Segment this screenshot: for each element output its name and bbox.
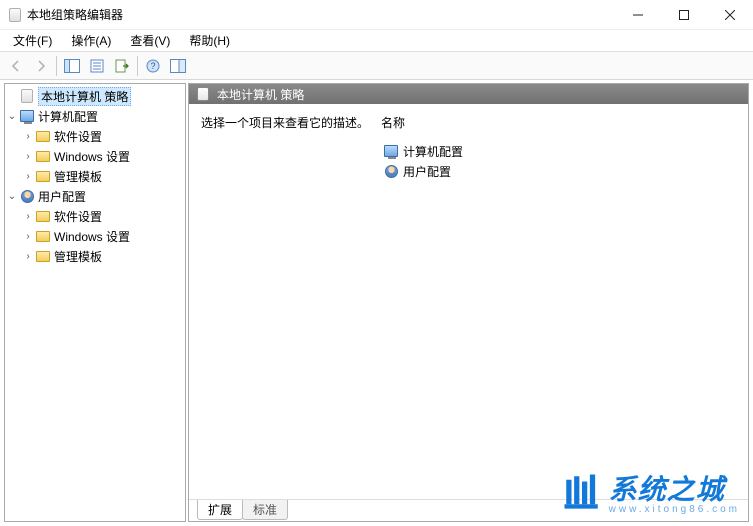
minimize-button[interactable]	[615, 0, 661, 30]
menu-action[interactable]: 操作(A)	[63, 30, 119, 51]
tree-root[interactable]: 本地计算机 策略	[5, 86, 185, 106]
menu-file[interactable]: 文件(F)	[5, 30, 60, 51]
expander-icon[interactable]: ⌄	[5, 191, 19, 202]
window-controls	[615, 0, 753, 30]
tree-admin-templates[interactable]: › 管理模板	[5, 246, 185, 266]
expander-icon[interactable]: ›	[21, 231, 35, 242]
tree-admin-templates[interactable]: › 管理模板	[5, 166, 185, 186]
title-bar: 本地组策略编辑器	[0, 0, 753, 30]
details-body: 选择一个项目来查看它的描述。 名称 计算机配置 用户配置	[189, 104, 748, 499]
folder-icon	[35, 208, 51, 224]
computer-icon	[383, 143, 399, 159]
details-pane: 本地计算机 策略 选择一个项目来查看它的描述。 名称 计算机配置 用户配置 扩展…	[188, 83, 749, 522]
main-area: 本地计算机 策略 ⌄ 计算机配置 › 软件设置 › Windows 设置	[0, 81, 753, 526]
tree: 本地计算机 策略 ⌄ 计算机配置 › 软件设置 › Windows 设置	[5, 86, 185, 266]
tree-root-label: 本地计算机 策略	[38, 87, 131, 106]
list-column: 名称 计算机配置 用户配置	[381, 114, 736, 499]
description-column: 选择一个项目来查看它的描述。	[201, 114, 381, 499]
nav-back-button[interactable]	[4, 55, 28, 77]
close-button[interactable]	[707, 0, 753, 30]
show-hide-tree-button[interactable]	[60, 55, 84, 77]
description-text: 选择一个项目来查看它的描述。	[201, 114, 381, 131]
user-icon	[19, 188, 35, 204]
bottom-tabs: 扩展 标准	[189, 499, 748, 521]
folder-icon	[35, 148, 51, 164]
folder-icon	[35, 228, 51, 244]
tree-label: 用户配置	[38, 188, 86, 205]
tree-label: 管理模板	[54, 248, 102, 265]
details-header-title: 本地计算机 策略	[217, 86, 304, 103]
expander-icon[interactable]: ›	[21, 131, 35, 142]
tree-label: 软件设置	[54, 128, 102, 145]
svg-text:?: ?	[150, 61, 155, 71]
tab-extended[interactable]: 扩展	[197, 500, 243, 520]
export-list-button[interactable]	[110, 55, 134, 77]
menu-help[interactable]: 帮助(H)	[181, 30, 238, 51]
details-header: 本地计算机 策略	[189, 84, 748, 104]
list-item-user-config[interactable]: 用户配置	[381, 161, 736, 181]
tree-user-config[interactable]: ⌄ 用户配置	[5, 186, 185, 206]
expander-icon[interactable]: ›	[21, 251, 35, 262]
tab-standard[interactable]: 标准	[242, 500, 288, 520]
tree-label: Windows 设置	[54, 148, 130, 165]
user-icon	[383, 163, 399, 179]
toolbar-separator	[56, 56, 57, 76]
expander-icon[interactable]: ›	[21, 211, 35, 222]
tree-windows-settings[interactable]: › Windows 设置	[5, 226, 185, 246]
menu-view[interactable]: 查看(V)	[122, 30, 178, 51]
tree-label: 管理模板	[54, 168, 102, 185]
nav-forward-button[interactable]	[29, 55, 53, 77]
tree-label: Windows 设置	[54, 228, 130, 245]
tree-pane: 本地计算机 策略 ⌄ 计算机配置 › 软件设置 › Windows 设置	[4, 83, 186, 522]
expander-icon[interactable]: ›	[21, 171, 35, 182]
toolbar-separator	[137, 56, 138, 76]
list-item-computer-config[interactable]: 计算机配置	[381, 141, 736, 161]
policy-icon	[19, 88, 35, 104]
filter-button[interactable]	[166, 55, 190, 77]
tree-software-settings[interactable]: › 软件设置	[5, 126, 185, 146]
policy-icon	[195, 86, 211, 102]
menu-bar: 文件(F) 操作(A) 查看(V) 帮助(H)	[0, 30, 753, 52]
maximize-button[interactable]	[661, 0, 707, 30]
tree-computer-config[interactable]: ⌄ 计算机配置	[5, 106, 185, 126]
tree-label: 软件设置	[54, 208, 102, 225]
tree-label: 计算机配置	[38, 108, 98, 125]
tree-software-settings[interactable]: › 软件设置	[5, 206, 185, 226]
list-item-label: 计算机配置	[403, 143, 463, 160]
list-item-label: 用户配置	[403, 163, 451, 180]
expander-icon[interactable]: ⌄	[5, 111, 19, 122]
toolbar: ?	[0, 52, 753, 80]
folder-icon	[35, 168, 51, 184]
tree-windows-settings[interactable]: › Windows 设置	[5, 146, 185, 166]
computer-icon	[19, 108, 35, 124]
folder-icon	[35, 248, 51, 264]
properties-button[interactable]	[85, 55, 109, 77]
window-title: 本地组策略编辑器	[27, 6, 123, 23]
folder-icon	[35, 128, 51, 144]
help-button[interactable]: ?	[141, 55, 165, 77]
column-header-name[interactable]: 名称	[381, 114, 736, 137]
app-icon	[7, 7, 23, 23]
expander-icon[interactable]: ›	[21, 151, 35, 162]
